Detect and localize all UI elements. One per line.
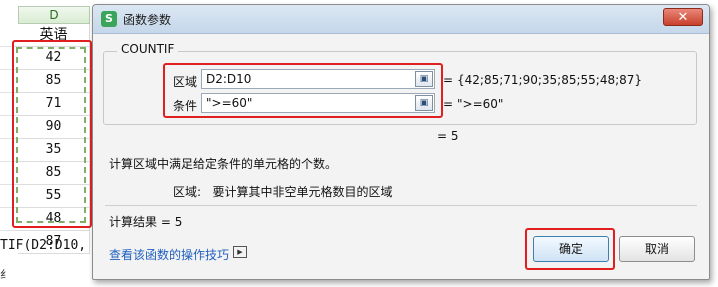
range-collapse-button[interactable]: ▣	[415, 71, 433, 87]
dialog-titlebar[interactable]: S 函数参数 ✕	[93, 5, 709, 34]
parameter-description-label: 区域:	[173, 185, 202, 199]
range-arg-label: 区域	[173, 75, 198, 89]
cell-d8[interactable]: 55	[18, 185, 90, 208]
column-c-cells	[0, 24, 18, 234]
cell-d2[interactable]: 42	[18, 47, 90, 70]
cell-d9[interactable]: 48	[18, 208, 90, 231]
calculation-result: 计算结果 = 5	[109, 213, 182, 230]
function-arguments-dialog: S 函数参数 ✕ COUNTIF 区域 D2:D10 ▣ = {42;85;71…	[92, 4, 710, 280]
parameter-description: 区域: 要计算其中非空单元格数目的区域	[173, 183, 393, 200]
column-header-d[interactable]: D	[18, 6, 90, 24]
cell-d5[interactable]: 90	[18, 116, 90, 139]
calculation-result-label: 计算结果 =	[109, 215, 171, 229]
dialog-title: 函数参数	[123, 13, 172, 27]
collapse-dialog-icon: ▣	[419, 74, 429, 84]
ok-button[interactable]: 确定	[533, 236, 609, 262]
cell-d4[interactable]: 71	[18, 93, 90, 116]
cell-d6[interactable]: 35	[18, 139, 90, 162]
function-help-link[interactable]: 查看该函数的操作技巧	[109, 246, 229, 263]
formula-result: = 5	[437, 129, 459, 143]
criteria-arg-label: 条件	[173, 99, 198, 113]
cell-formula-text[interactable]: TIF(D2:D10,	[0, 238, 86, 253]
wps-app-icon: S	[101, 11, 117, 27]
calculation-result-value: 5	[174, 215, 183, 229]
cancel-button[interactable]: 取消	[619, 236, 695, 262]
formula-result-value: 5	[450, 129, 459, 143]
close-icon: ✕	[677, 10, 689, 25]
parameter-description-text: 要计算其中非空单元格数目的区域	[212, 185, 393, 199]
cell-d1-header[interactable]: 英语	[18, 24, 90, 47]
column-d-cells: 英语 42 85 71 90 35 85 55 48 87	[18, 24, 90, 254]
divider	[105, 205, 697, 206]
range-equals: =	[443, 73, 454, 87]
function-description: 计算区域中满足给定条件的单元格的个数。	[109, 157, 338, 171]
criteria-input[interactable]: ">=60"	[201, 93, 435, 113]
cell-d3[interactable]: 85	[18, 70, 90, 93]
cell-d7[interactable]: 85	[18, 162, 90, 185]
range-evaluated-value: {42;85;71;90;35;85;55;48;87}	[457, 73, 643, 87]
range-input[interactable]: D2:D10	[201, 69, 435, 89]
criteria-equals: =	[443, 97, 454, 111]
collapse-dialog-icon: ▣	[419, 98, 429, 108]
criteria-evaluated-value: ">=60"	[457, 97, 504, 111]
close-button[interactable]: ✕	[663, 8, 703, 26]
below-cell-text: 纟	[0, 268, 11, 281]
video-icon[interactable]: ▶	[233, 246, 247, 258]
criteria-collapse-button[interactable]: ▣	[415, 95, 433, 111]
function-name-label: COUNTIF	[117, 42, 179, 56]
